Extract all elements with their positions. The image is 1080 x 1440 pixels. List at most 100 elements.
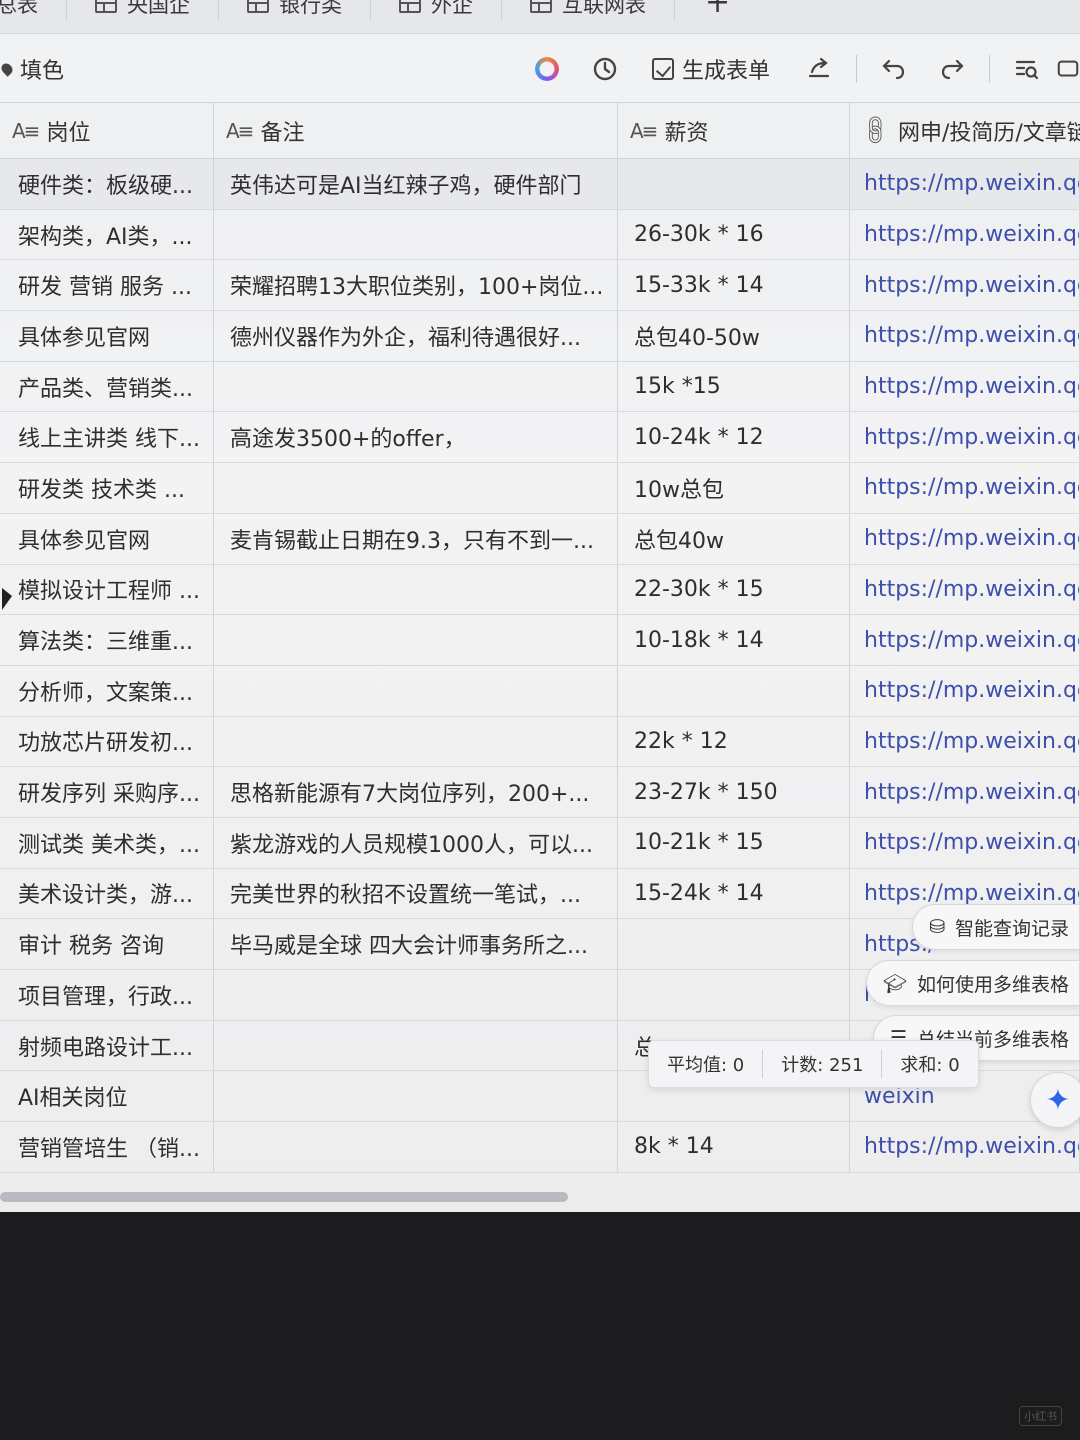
cell-link[interactable]: https://mp.weixin.qq.: [850, 615, 1080, 665]
table-row[interactable]: 线上主讲类 线下... 高途发3500+的offer， 10-24k * 12 htt…: [0, 412, 1080, 464]
cell-link[interactable]: https://mp.weixin.qq.: [850, 767, 1080, 817]
cell-note[interactable]: [214, 970, 618, 1020]
cell-position[interactable]: 审计 税务 咨询: [0, 919, 214, 969]
search-records-button[interactable]: [998, 49, 1056, 89]
table-row[interactable]: 研发序列 采购序... 思格新能源有7大岗位序列，200+... 23-27k * …: [0, 767, 1080, 818]
stat-average[interactable]: 平均值: 0: [649, 1050, 764, 1078]
cell-position[interactable]: 测试类 美术类，...: [0, 817, 214, 868]
history-button[interactable]: [576, 49, 634, 89]
ai-query-history-button[interactable]: ⛁ 智能查询记录: [912, 904, 1080, 950]
cell-note[interactable]: [214, 615, 618, 665]
table-row[interactable]: 具体参见官网 德州仪器作为外企，福利待遇很好... 总包40-50w https://…: [0, 311, 1080, 362]
cell-link[interactable]: https://mp.weixin.qq.: [850, 463, 1080, 513]
cell-note[interactable]: [214, 1071, 618, 1122]
cell-position[interactable]: 研发 营销 服务 ...: [0, 260, 214, 311]
table-row[interactable]: 算法类：三维重... 10-18k * 14 https://mp.weixin.q…: [0, 615, 1080, 666]
cell-position[interactable]: 项目管理，行政...: [0, 970, 214, 1020]
tab-state-owned[interactable]: 央国企: [67, 0, 219, 21]
cell-note[interactable]: 荣耀招聘13大职位类别，100+岗位...: [214, 260, 618, 311]
table-row[interactable]: 功放芯片研发初... 22k * 12 https://mp.weixin.qq.: [0, 716, 1080, 768]
tab-internet[interactable]: 互联网表: [502, 0, 675, 21]
cell-position[interactable]: 算法类：三维重...: [0, 615, 214, 665]
cell-salary[interactable]: 15-33k * 14: [618, 260, 850, 311]
cell-salary[interactable]: 23-27k * 150: [618, 767, 850, 817]
cell-salary[interactable]: 总包40w: [618, 513, 850, 564]
cell-note[interactable]: 完美世界的秋招不设置统一笔试，...: [214, 868, 618, 919]
cell-note[interactable]: [214, 463, 618, 513]
cell-salary[interactable]: 10-18k * 14: [618, 615, 850, 665]
cell-link[interactable]: https://mp.weixin.qq.: [850, 311, 1080, 361]
cell-position[interactable]: 美术设计类，游...: [0, 868, 214, 919]
cell-salary[interactable]: 22k * 12: [618, 716, 850, 767]
cell-link[interactable]: https://mp.weixin.qq.: [850, 260, 1080, 311]
table-row[interactable]: 具体参见官网 麦肯锡截止日期在9.3，只有不到一... 总包40w https://m…: [0, 513, 1080, 565]
cell-position[interactable]: 具体参见官网: [0, 311, 214, 361]
table-row[interactable]: 产品类、营销类... 15k *15 https://mp.weixin.qq.: [0, 361, 1080, 413]
cell-link[interactable]: https://mp.weixin.qq.: [850, 361, 1080, 412]
cell-salary[interactable]: [618, 970, 850, 1020]
cell-position[interactable]: 架构类，AI类，...: [0, 209, 214, 260]
cell-position[interactable]: AI相关岗位: [0, 1071, 214, 1122]
horizontal-scrollbar[interactable]: [0, 1192, 568, 1202]
cell-link[interactable]: https://mp.weixin.qq.: [850, 209, 1080, 260]
table-row[interactable]: 营销管培生 （销... 8k * 14https://mp.weixin.qq.c: [0, 1122, 1080, 1173]
ai-assistant-button[interactable]: ✦: [1030, 1072, 1080, 1128]
cell-position[interactable]: 线上主讲类 线下...: [0, 412, 214, 463]
cell-position[interactable]: 硬件类：板级硬...: [0, 159, 214, 209]
cell-note[interactable]: 高途发3500+的offer，: [214, 412, 618, 463]
cell-note[interactable]: [214, 564, 618, 615]
cell-salary[interactable]: 15-24k * 14: [618, 868, 850, 919]
cell-note[interactable]: [214, 1020, 618, 1071]
cell-note[interactable]: 麦肯锡截止日期在9.3，只有不到一...: [214, 513, 618, 564]
cell-salary[interactable]: 10-21k * 15: [618, 817, 850, 868]
cell-position[interactable]: 模拟设计工程师 ...: [0, 564, 214, 615]
cell-note[interactable]: [214, 665, 618, 716]
redo-button[interactable]: [923, 49, 981, 89]
cell-salary[interactable]: 10w总包: [618, 463, 850, 513]
fill-color-button[interactable]: 填色: [0, 53, 64, 85]
tab-foreign[interactable]: 外企: [371, 0, 502, 21]
cell-note[interactable]: [214, 716, 618, 767]
cell-salary[interactable]: 8k * 14: [618, 1122, 850, 1172]
cell-salary[interactable]: [618, 919, 850, 969]
generate-form-button[interactable]: 生成表单: [634, 53, 790, 85]
cell-position[interactable]: 产品类、营销类...: [0, 361, 214, 412]
column-header-position[interactable]: A≡ 岗位: [0, 103, 214, 158]
cell-position[interactable]: 研发序列 采购序...: [0, 767, 214, 817]
cell-salary[interactable]: 10-24k * 12: [618, 412, 850, 463]
cell-salary[interactable]: 15k *15: [618, 361, 850, 412]
cell-note[interactable]: 紫龙游戏的人员规模1000人，可以...: [214, 817, 618, 868]
cell-link[interactable]: https://mp.weixin.qq.: [850, 412, 1080, 463]
cell-link[interactable]: https://mp.weixin.qq.: [850, 159, 1080, 209]
cell-salary[interactable]: 26-30k * 16: [618, 209, 850, 260]
cell-position[interactable]: 分析师，文案策...: [0, 665, 214, 716]
cell-position[interactable]: 具体参见官网: [0, 513, 214, 564]
cell-position[interactable]: 射频电路设计工...: [0, 1020, 214, 1071]
tab-summary[interactable]: 总表: [0, 0, 67, 21]
cell-salary[interactable]: 总包40-50w: [618, 311, 850, 361]
table-row[interactable]: 硬件类：板级硬... 英伟达可是AI当红辣子鸡，硬件部门 https://mp.we…: [0, 159, 1080, 210]
table-row[interactable]: 测试类 美术类，... 紫龙游戏的人员规模1000人，可以... 10-21k * …: [0, 817, 1080, 869]
column-header-link[interactable]: 🔗︎ 网申/投简历/文章链: [850, 103, 1080, 158]
cell-link[interactable]: https://mp.weixin.qq.: [850, 564, 1080, 615]
share-button[interactable]: [790, 49, 848, 89]
cell-position[interactable]: 研发类 技术类 ...: [0, 463, 214, 513]
cell-salary[interactable]: 22-30k * 15: [618, 564, 850, 615]
cell-note[interactable]: 德州仪器作为外企，福利待遇很好...: [214, 311, 618, 361]
cell-note[interactable]: 毕马威是全球 四大会计师事务所之...: [214, 919, 618, 969]
tab-banks[interactable]: 银行类: [219, 0, 371, 21]
cell-salary[interactable]: [618, 665, 850, 716]
table-row[interactable]: 研发 营销 服务 ... 荣耀招聘13大职位类别，100+岗位... 15-33k …: [0, 260, 1080, 312]
more-button[interactable]: [1056, 49, 1080, 89]
cell-link[interactable]: https://mp.weixin.qq.: [850, 817, 1080, 868]
table-row[interactable]: 模拟设计工程师 ... 22-30k * 15 https://mp.weixin.…: [0, 564, 1080, 616]
cell-link[interactable]: https://mp.weixin.qq.: [850, 665, 1080, 716]
column-header-note[interactable]: A≡ 备注: [214, 103, 618, 158]
table-row[interactable]: 架构类，AI类，... 26-30k * 16 https://mp.weixin.…: [0, 209, 1080, 261]
cell-note[interactable]: [214, 209, 618, 260]
undo-button[interactable]: [865, 49, 923, 89]
table-row[interactable]: 分析师，文案策... https://mp.weixin.qq.: [0, 665, 1080, 717]
table-row[interactable]: 研发类 技术类 ... 10w总包 https://mp.weixin.qq.: [0, 463, 1080, 514]
cell-position[interactable]: 功放芯片研发初...: [0, 716, 214, 767]
cell-note[interactable]: 英伟达可是AI当红辣子鸡，硬件部门: [214, 159, 618, 209]
